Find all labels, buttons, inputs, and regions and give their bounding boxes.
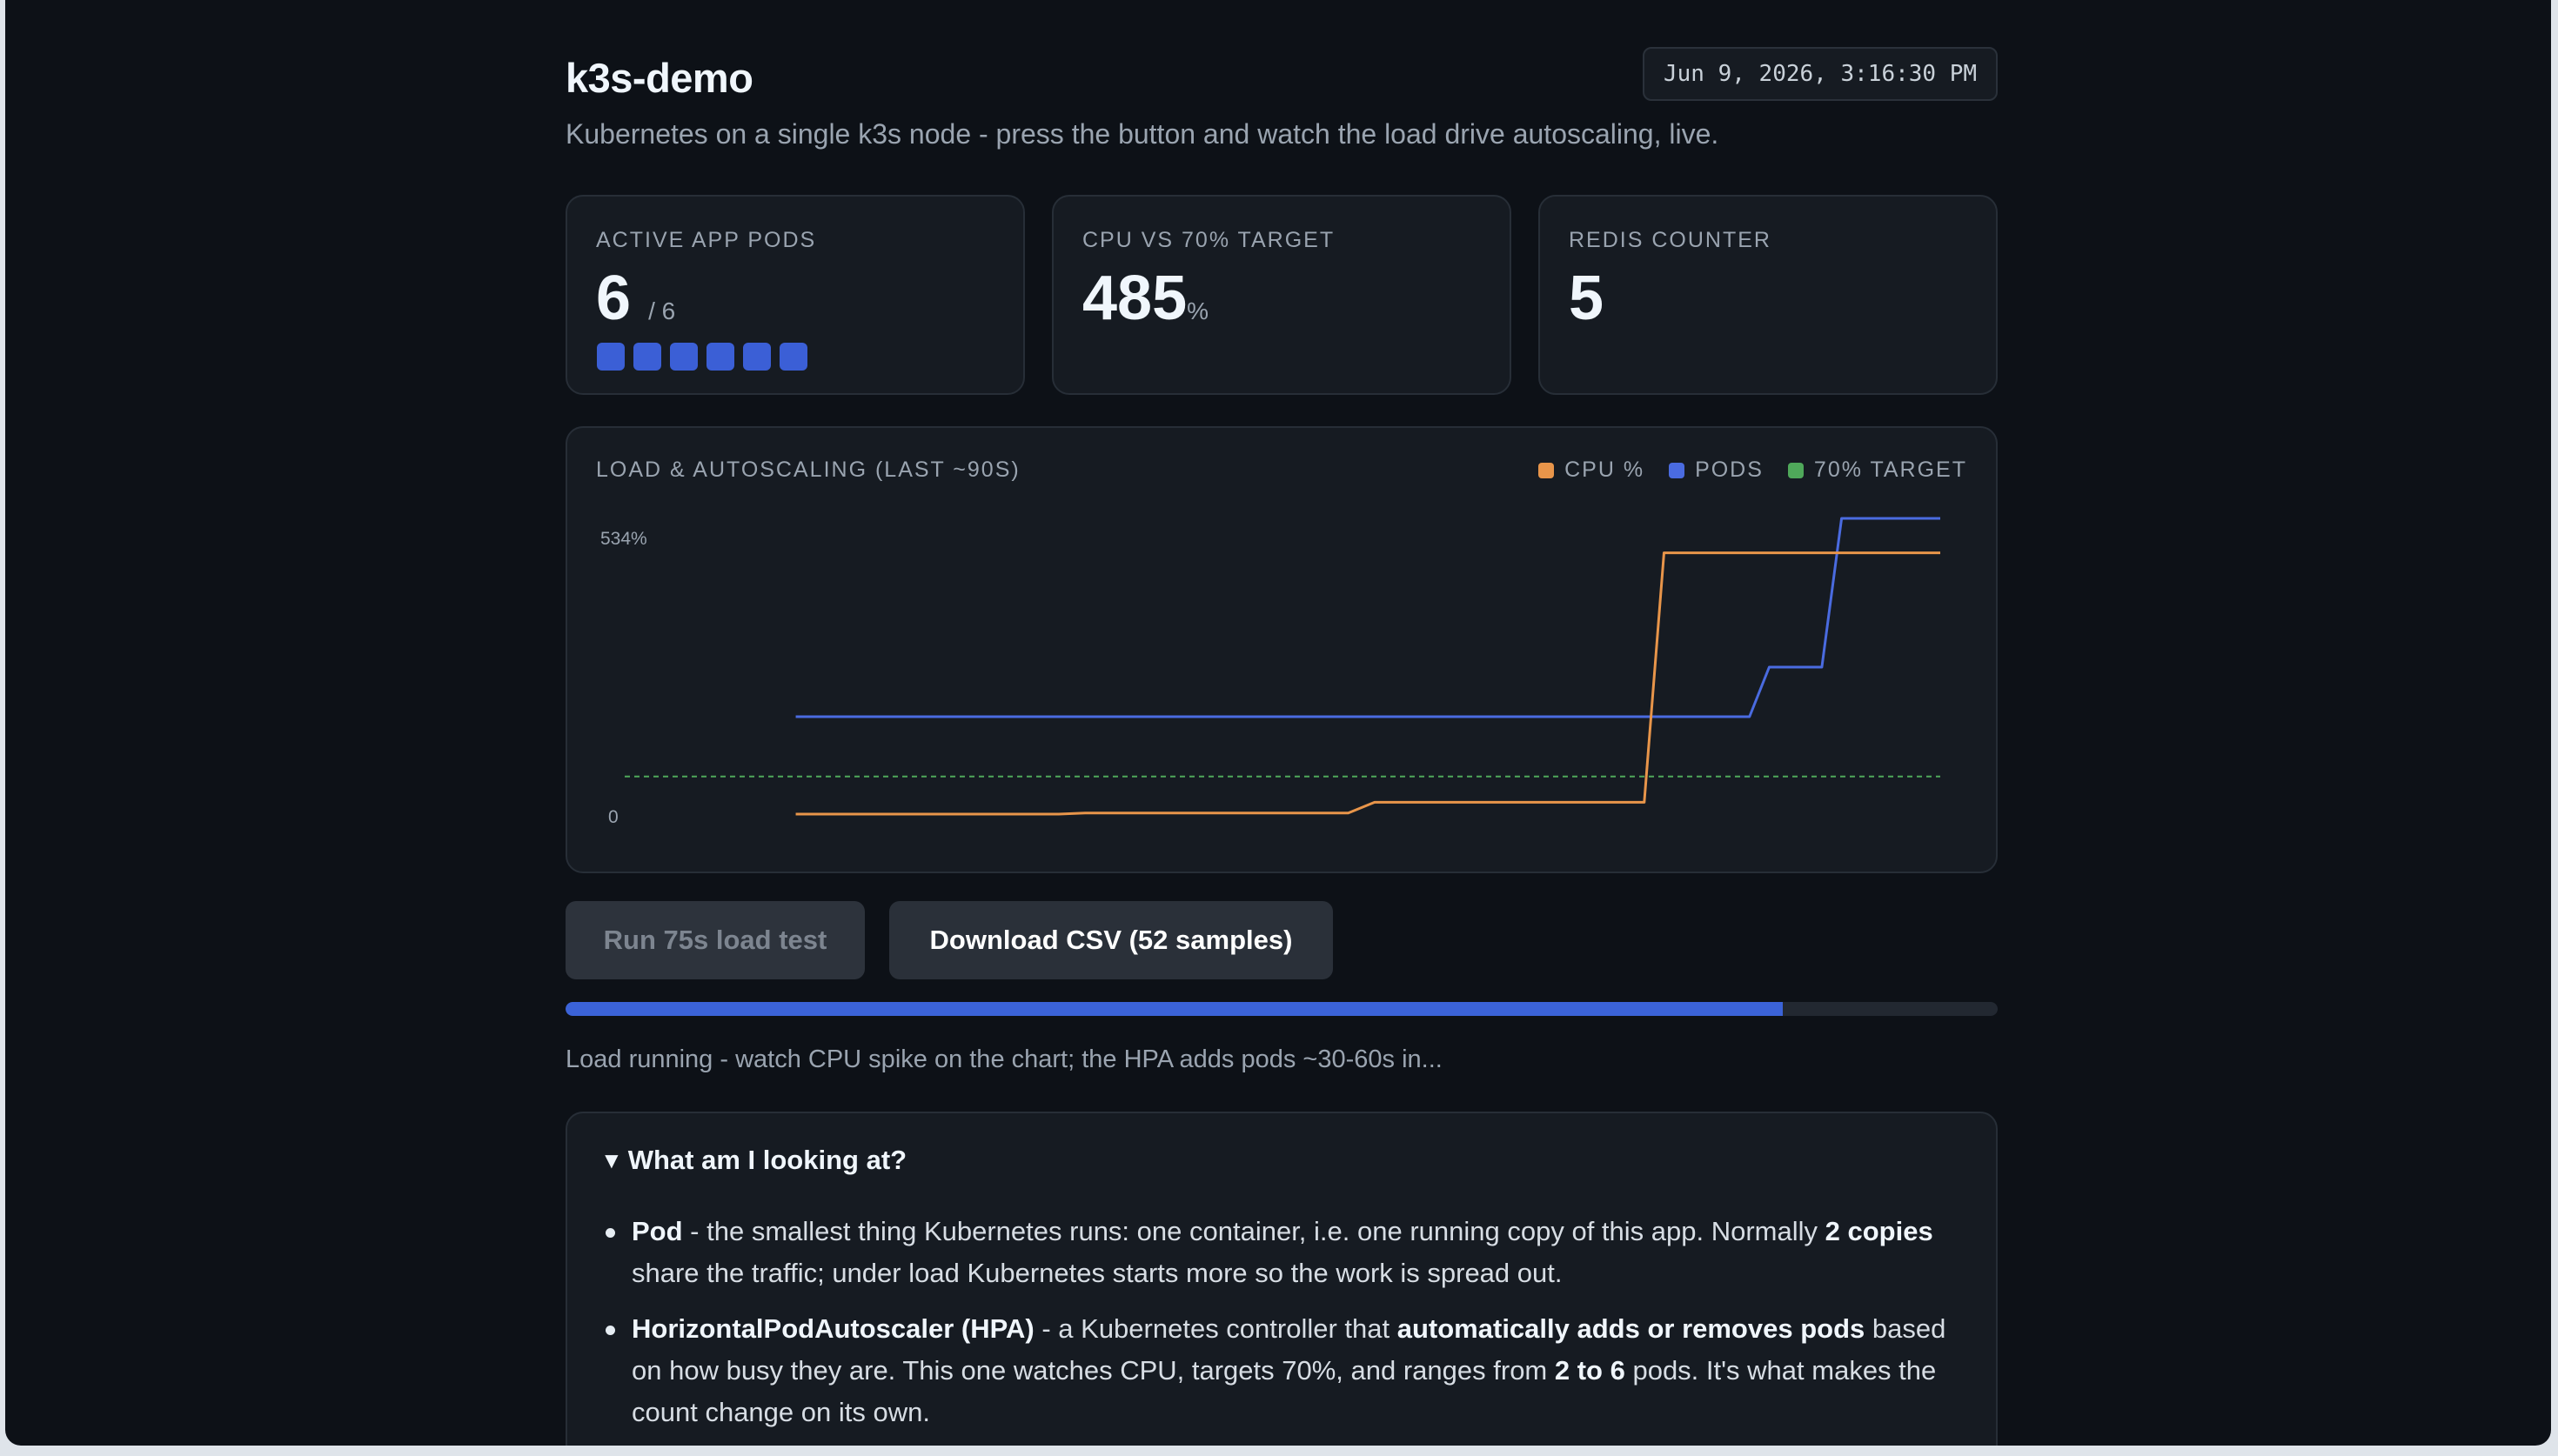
active-pods-value: 6 / 6 (596, 259, 675, 337)
redis-value: 5 (1569, 264, 1604, 333)
explainer-summary[interactable]: ▼ What am I looking at? (600, 1145, 907, 1176)
pod-indicator (670, 343, 698, 371)
term-pod: Pod (632, 1216, 683, 1246)
hpa-bold-2: 2 to 6 (1554, 1355, 1625, 1386)
pod-bold-1: 2 copies (1825, 1216, 1933, 1246)
active-pods-label: ACTIVE APP PODS (596, 228, 817, 252)
chart-legend: CPU % PODS 70% TARGET (1538, 458, 1967, 483)
pod-indicator (743, 343, 771, 371)
cpu-number: 485 (1082, 264, 1188, 333)
download-csv-button[interactable]: Download CSV (52 samples) (889, 901, 1333, 979)
run-load-test-button[interactable]: Run 75s load test (566, 901, 865, 979)
list-item-hpa: HorizontalPodAutoscaler (HPA) - a Kubern… (600, 1308, 1966, 1433)
explainer-panel: ▼ What am I looking at? Pod - the smalle… (566, 1112, 1998, 1446)
pod-indicator (597, 343, 625, 371)
y-axis-min-label: 0 (608, 807, 619, 827)
hpa-bold-1: automatically adds or removes pods (1396, 1313, 1865, 1344)
term-hpa: HorizontalPodAutoscaler (HPA) (632, 1313, 1035, 1344)
list-item-pod: Pod - the smallest thing Kubernetes runs… (600, 1211, 1966, 1294)
redis-label: REDIS COUNTER (1569, 228, 1771, 252)
series-cpu-line (795, 551, 1940, 816)
legend-target-swatch (1787, 462, 1804, 478)
pod-text-1: - the smallest thing Kubernetes runs: on… (682, 1216, 1825, 1246)
pod-text-2: share the traffic; under load Kubernetes… (632, 1258, 1563, 1288)
series-pods-line (795, 517, 1940, 718)
load-progress-bar (566, 1002, 1998, 1016)
active-pods-card: ACTIVE APP PODS 6 / 6 (566, 195, 1025, 395)
cpu-card: CPU VS 70% TARGET 485% (1052, 195, 1511, 395)
cpu-label: CPU VS 70% TARGET (1082, 228, 1336, 252)
pods-max: / 6 (648, 297, 676, 324)
legend-pods-swatch (1669, 462, 1685, 478)
chart-card: 534% 0 LOAD & AUTOSCALING (LAST ~90S) CP… (566, 426, 1998, 873)
explainer-list: Pod - the smallest thing Kubernetes runs… (600, 1211, 1966, 1446)
disclosure-triangle-icon: ▼ (600, 1146, 623, 1173)
legend-target: 70% TARGET (1787, 458, 1967, 483)
pod-indicator (780, 343, 807, 371)
status-text: Load running - watch CPU spike on the ch… (566, 1045, 1443, 1073)
cpu-unit: % (1187, 297, 1209, 324)
pods-count: 6 (596, 264, 632, 333)
legend-pods-label: PODS (1695, 458, 1764, 482)
page-title: k3s-demo (566, 55, 753, 101)
chart-title: LOAD & AUTOSCALING (LAST ~90S) (596, 458, 1021, 482)
pod-indicator (706, 343, 734, 371)
explainer-summary-label: What am I looking at? (627, 1145, 907, 1175)
load-progress-fill (566, 1002, 1784, 1016)
pod-indicator (633, 343, 661, 371)
legend-cpu-swatch (1538, 462, 1555, 478)
legend-pods: PODS (1669, 458, 1764, 483)
legend-cpu-label: CPU % (1564, 458, 1645, 482)
page-subtitle: Kubernetes on a single k3s node - press … (566, 118, 1719, 150)
hpa-text-1: - a Kubernetes controller that (1034, 1313, 1397, 1344)
pod-indicators (597, 343, 807, 371)
legend-target-label: 70% TARGET (1813, 458, 1967, 482)
legend-cpu: CPU % (1538, 458, 1644, 483)
redis-card: REDIS COUNTER 5 (1538, 195, 1998, 395)
clock-badge: Jun 9, 2026, 3:16:30 PM (1643, 47, 1998, 101)
cpu-value: 485% (1082, 259, 1209, 337)
load-chart: 534% 0 (600, 517, 1940, 827)
app-window: k3s-demo Jun 9, 2026, 3:16:30 PM Kuberne… (5, 0, 2551, 1446)
y-axis-max-label: 534% (600, 529, 647, 549)
